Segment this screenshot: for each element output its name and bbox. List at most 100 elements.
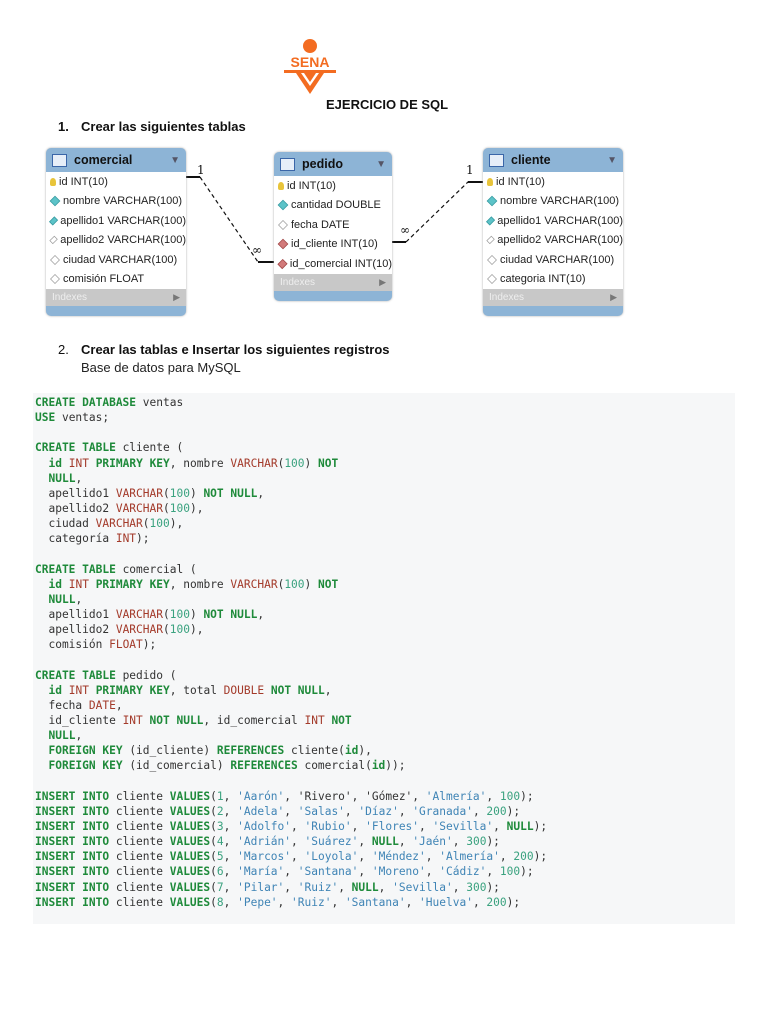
code-token: ( (142, 517, 150, 531)
column-definition: ciudad VARCHAR(100) (500, 253, 615, 266)
expand-arrow-icon[interactable]: ▶ (610, 292, 617, 303)
code-token: comercial( (297, 759, 372, 773)
code-token: FLOAT (109, 638, 143, 652)
code-token: apellido2 (35, 623, 116, 637)
table-name: pedido (302, 157, 343, 171)
code-token: 'Cádiz' (439, 865, 487, 879)
code-token: cliente (109, 819, 170, 833)
code-token: VARCHAR (115, 486, 163, 500)
primary-key-icon (487, 177, 493, 186)
code-token: INSERT INTO (35, 789, 110, 803)
code-token: 'Aarón' (237, 789, 285, 803)
code-token: ( (210, 835, 217, 849)
code-token: , (472, 804, 487, 818)
code-token: ), (189, 501, 204, 515)
sql-code-block: CREATE DATABASE ventas USE ventas; CREATE… (33, 393, 735, 924)
nullable-column-icon (50, 274, 60, 285)
table-comercial[interactable]: comercial ▼ id INT(10) nombre VARCHAR(100) a… (46, 148, 186, 316)
code-line: id INT PRIMARY KEY, nombre VARCHAR(100) … (33, 577, 735, 592)
column-definition: id INT(10) (59, 175, 108, 188)
indexes-section[interactable]: Indexes ▶ (483, 289, 623, 306)
code-token: INSERT INTO (35, 835, 110, 849)
code-token: , (344, 804, 359, 818)
nullable-column-icon (487, 254, 497, 265)
indexes-section[interactable]: Indexes ▶ (274, 273, 392, 291)
collapse-arrow-icon[interactable]: ▼ (607, 155, 617, 166)
code-token: VALUES (169, 804, 211, 818)
code-token: ( (210, 789, 217, 803)
code-token: VALUES (169, 789, 211, 803)
code-line: INSERT INTO cliente VALUES(2, 'Adela', '… (33, 804, 735, 819)
code-token: 2 (216, 804, 224, 818)
code-token: 8 (216, 895, 224, 909)
code-token: , nombre (169, 456, 231, 470)
code-token: DOUBLE (223, 683, 265, 697)
code-token: , (223, 865, 238, 879)
code-token: 'Díaz' (358, 804, 399, 818)
code-line: CREATE TABLE pedido ( (33, 668, 735, 683)
code-token: ( (210, 895, 217, 909)
code-token: (id_cliente) (122, 744, 217, 758)
code-token: 1 (216, 789, 224, 803)
table-header[interactable]: comercial ▼ (46, 148, 186, 172)
column-definition: id_comercial INT(10) (289, 257, 392, 270)
column-row: id INT(10) (274, 176, 392, 196)
code-token: NOT NULL (203, 607, 258, 621)
code-token: 100 (169, 486, 190, 500)
code-token: NOT (318, 577, 339, 591)
code-token: , (223, 850, 238, 864)
code-token: 'Jaén' (412, 835, 453, 849)
primary-key-icon (50, 177, 56, 186)
code-token: NULL (506, 819, 534, 833)
column-row: categoria INT(10) (483, 270, 623, 290)
code-token: CREATE DATABASE (35, 396, 137, 409)
expand-arrow-icon[interactable]: ▶ (173, 292, 180, 303)
code-line: id_cliente INT NOT NULL, id_comercial IN… (33, 713, 735, 728)
code-token: , (472, 895, 487, 909)
column-definition: nombre VARCHAR(100) (63, 195, 183, 208)
table-header[interactable]: cliente ▼ (483, 148, 623, 172)
foreign-key-icon (277, 238, 289, 250)
code-token: VARCHAR (230, 456, 278, 470)
column-definition: apellido2 VARCHAR(100) (497, 234, 623, 247)
code-token: , (75, 592, 83, 606)
column-row: apellido2 VARCHAR(100) (46, 231, 186, 251)
code-token: CREATE TABLE (35, 441, 116, 455)
table-pedido[interactable]: pedido ▼ id INT(10) cantidad DOUBLE fecha DA… (274, 152, 392, 301)
code-line: INSERT INTO cliente VALUES(6, 'María', '… (33, 864, 735, 879)
code-token: INSERT INTO (35, 819, 110, 833)
expand-arrow-icon[interactable]: ▶ (379, 277, 386, 288)
code-token: , (499, 850, 514, 864)
code-token: PRIMARY KEY (95, 577, 170, 591)
code-token: , (452, 835, 467, 849)
code-token: , (223, 789, 238, 803)
code-token: , (405, 895, 420, 909)
code-token: ( (162, 486, 170, 500)
code-token: ( (210, 804, 217, 818)
code-token: NOT NULL (203, 486, 258, 500)
column-definition: apellido2 VARCHAR(100) (60, 234, 186, 247)
table-cliente[interactable]: cliente ▼ id INT(10) nombre VARCHAR(100) ape… (483, 148, 623, 316)
nullable-column-icon (50, 254, 60, 265)
code-token: , (358, 850, 372, 864)
indexes-section[interactable]: Indexes ▶ (46, 289, 186, 306)
code-token: ) (304, 577, 319, 591)
column-row: cantidad DOUBLE (274, 196, 392, 216)
code-token: , (398, 804, 413, 818)
collapse-arrow-icon[interactable]: ▼ (376, 159, 386, 170)
code-token: id (48, 683, 62, 697)
code-token: INT (68, 683, 89, 697)
code-token: ( (210, 880, 217, 894)
table-header[interactable]: pedido ▼ (274, 152, 392, 176)
column-row: id_cliente INT(10) (274, 235, 392, 255)
code-token: , (358, 865, 372, 879)
code-line: apellido2 VARCHAR(100), (33, 501, 735, 516)
code-line: INSERT INTO cliente VALUES(8, 'Pepe', 'R… (33, 895, 735, 910)
collapse-arrow-icon[interactable]: ▼ (170, 155, 180, 166)
code-token: VALUES (169, 880, 211, 894)
code-token: VARCHAR (230, 577, 278, 591)
